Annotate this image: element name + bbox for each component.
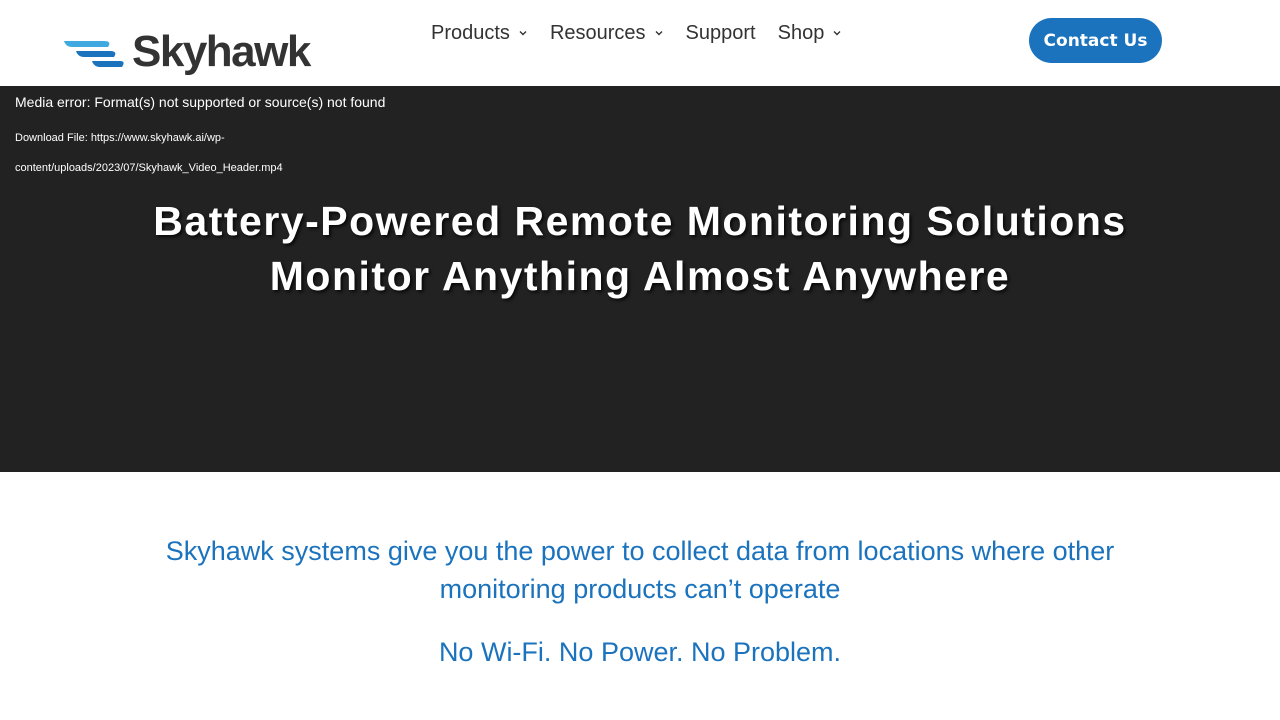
tagline: No Wi-Fi. No Power. No Problem.: [438, 637, 842, 667]
hero-video-section: Media error: Format(s) not supported or …: [0, 86, 1280, 472]
logo-wordmark: Skyhawk: [132, 27, 311, 76]
nav-item-shop[interactable]: Shop: [778, 20, 843, 46]
nav-item-label: Resources: [549, 21, 646, 44]
nav-item-resources[interactable]: Resources: [550, 20, 664, 46]
skyhawk-logo[interactable]: Skyhawk: [62, 27, 311, 82]
download-link-line: content/uploads/2023/07/Skyhawk_Video_He…: [15, 162, 283, 174]
download-file-link[interactable]: Download File: https://www.skyhawk.ai/wp…: [15, 123, 315, 183]
nav-item-label: Shop: [777, 21, 825, 44]
intro-text: Skyhawk systems give you the power to co…: [165, 536, 1115, 604]
main-nav: Products Resources Support Shop: [431, 20, 864, 46]
nav-item-label: Products: [431, 21, 510, 44]
chevron-down-icon: [518, 28, 528, 38]
contact-us-button[interactable]: Contact Us: [1029, 18, 1162, 63]
hero-title: Battery-Powered Remote Monitoring Soluti…: [153, 198, 1127, 244]
nav-item-support[interactable]: Support: [686, 20, 756, 46]
nav-item-products[interactable]: Products: [431, 20, 528, 46]
chevron-down-icon: [832, 28, 842, 38]
media-error-message: Media error: Format(s) not supported or …: [15, 94, 386, 110]
chevron-down-icon: [654, 28, 664, 38]
site-header: Skyhawk Products Resources Support Shop …: [0, 0, 1280, 86]
hero-subtitle: Monitor Anything Almost Anywhere: [269, 253, 1011, 299]
skyhawk-wings-icon: [62, 36, 126, 72]
download-link-line: Download File: https://www.skyhawk.ai/wp…: [15, 132, 225, 144]
nav-item-label: Support: [685, 21, 756, 44]
